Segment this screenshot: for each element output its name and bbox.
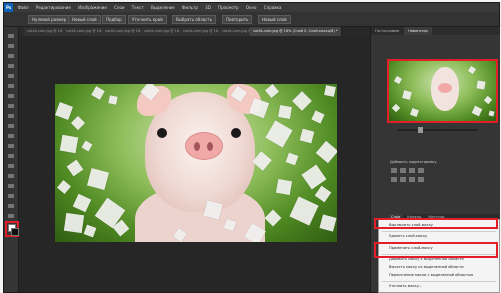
exposure-icon[interactable] [418,168,424,173]
option-button-6[interactable]: Повторить [222,15,253,24]
menu-item-refine-mask[interactable]: Уточнить маску... [389,283,422,290]
brush-icon[interactable] [7,103,15,109]
type-icon[interactable] [7,183,15,189]
option-button-5[interactable]: Выбрать область [172,15,217,24]
menu-separator [382,281,496,282]
adjustments-title: Добавить корректировку [390,160,437,164]
option-button-1[interactable]: Нулевой размер [28,15,71,24]
highlight-layer-mask-row [374,218,498,229]
dodge-icon[interactable] [7,163,15,169]
menu-item-delete-layer-mask[interactable]: Удалить слой-маску [389,233,427,240]
black-white-icon[interactable] [418,177,424,182]
crop-icon[interactable] [7,73,15,79]
menu-filter[interactable]: Фильтр [182,3,198,12]
tools-panel [4,27,19,292]
pig-snout [185,132,223,160]
document-tab-active[interactable]: cat4k-com.jpg @ 16% (Слой 0, Слой-маска/… [250,27,342,36]
menu-3d[interactable]: 3D [205,3,211,12]
pig-eye-left [157,128,167,138]
color-balance-icon[interactable] [409,177,415,182]
pig-eye-right [231,128,241,138]
menu-separator [382,231,496,232]
menu-image[interactable]: Изображение [78,3,107,12]
document-image[interactable] [55,84,337,242]
path-select-icon[interactable] [7,193,15,199]
brightness-icon[interactable] [391,168,397,173]
menu-layers[interactable]: Слои [114,3,124,12]
tab-histogram[interactable]: Гистограмма [371,27,403,35]
options-bar: Нулевой размер Новый слой Подбор Уточнит… [4,12,499,27]
pen-icon[interactable] [7,173,15,179]
zoom-track[interactable] [398,129,478,131]
option-button-4[interactable]: Уточнить край [128,15,167,24]
levels-icon[interactable] [400,168,406,173]
option-button-7[interactable]: Новый слой [258,15,291,24]
marquee-icon[interactable] [7,43,15,49]
curves-icon[interactable] [409,168,415,173]
zoom-knob[interactable] [418,127,423,133]
menu-select[interactable]: Выделение [151,3,175,12]
menu-item-subtract-mask-from-selection[interactable]: Вычесть маску из выделенной области [389,264,464,271]
blur-icon[interactable] [7,153,15,159]
tab-navigator[interactable]: Навигатор [404,27,432,35]
option-button-2[interactable]: Новый слой [68,15,101,24]
pig-nostril [194,142,200,151]
canvas-area[interactable] [19,36,370,292]
navigator-pig [431,67,459,111]
highlight-apply-layer-mask [374,242,498,258]
navigator-panel-tabs: Гистограмма Навигатор [371,27,500,35]
shape-icon[interactable] [7,203,15,209]
navigator-thumbnail[interactable] [387,59,498,123]
background-color-swatch[interactable] [11,228,19,236]
healing-icon[interactable] [7,93,15,99]
photoshop-logo-icon: Ps [4,3,14,12]
menu-file[interactable]: Файл [18,3,29,12]
pig-head [137,84,261,212]
menu-edit[interactable]: Редактирование [36,3,71,12]
menu-view[interactable]: Просмотр [218,3,239,12]
lasso-icon[interactable] [7,53,15,59]
menu-window[interactable]: Окно [246,3,257,12]
pig-nostril [207,142,213,151]
menu-bar: Ps Файл Редактирование Изображение Слои … [4,3,499,12]
history-brush-icon[interactable] [7,123,15,129]
menu-type[interactable]: Текст [132,3,144,12]
move-icon[interactable] [7,33,15,39]
navigator-zoom-slider[interactable] [388,127,499,133]
hue-saturation-icon[interactable] [400,177,406,182]
option-button-3[interactable]: Подбор [102,15,126,24]
hand-icon[interactable] [7,213,15,219]
menu-item-intersect-mask-with-selection[interactable]: Пересечение маски с выделенной областью [389,272,473,279]
menu-help[interactable]: Справка [264,3,282,12]
gradient-icon[interactable] [7,143,15,149]
vibrance-icon[interactable] [391,177,397,182]
eraser-icon[interactable] [7,133,15,139]
eyedropper-icon[interactable] [7,83,15,89]
document-tabs: cat4k-com.jpg @ 16... cat4k-com.jpg @ 16… [24,27,370,36]
navigator-pig-snout [438,83,452,93]
stamp-icon[interactable] [7,113,15,119]
quick-select-icon[interactable] [7,63,15,69]
